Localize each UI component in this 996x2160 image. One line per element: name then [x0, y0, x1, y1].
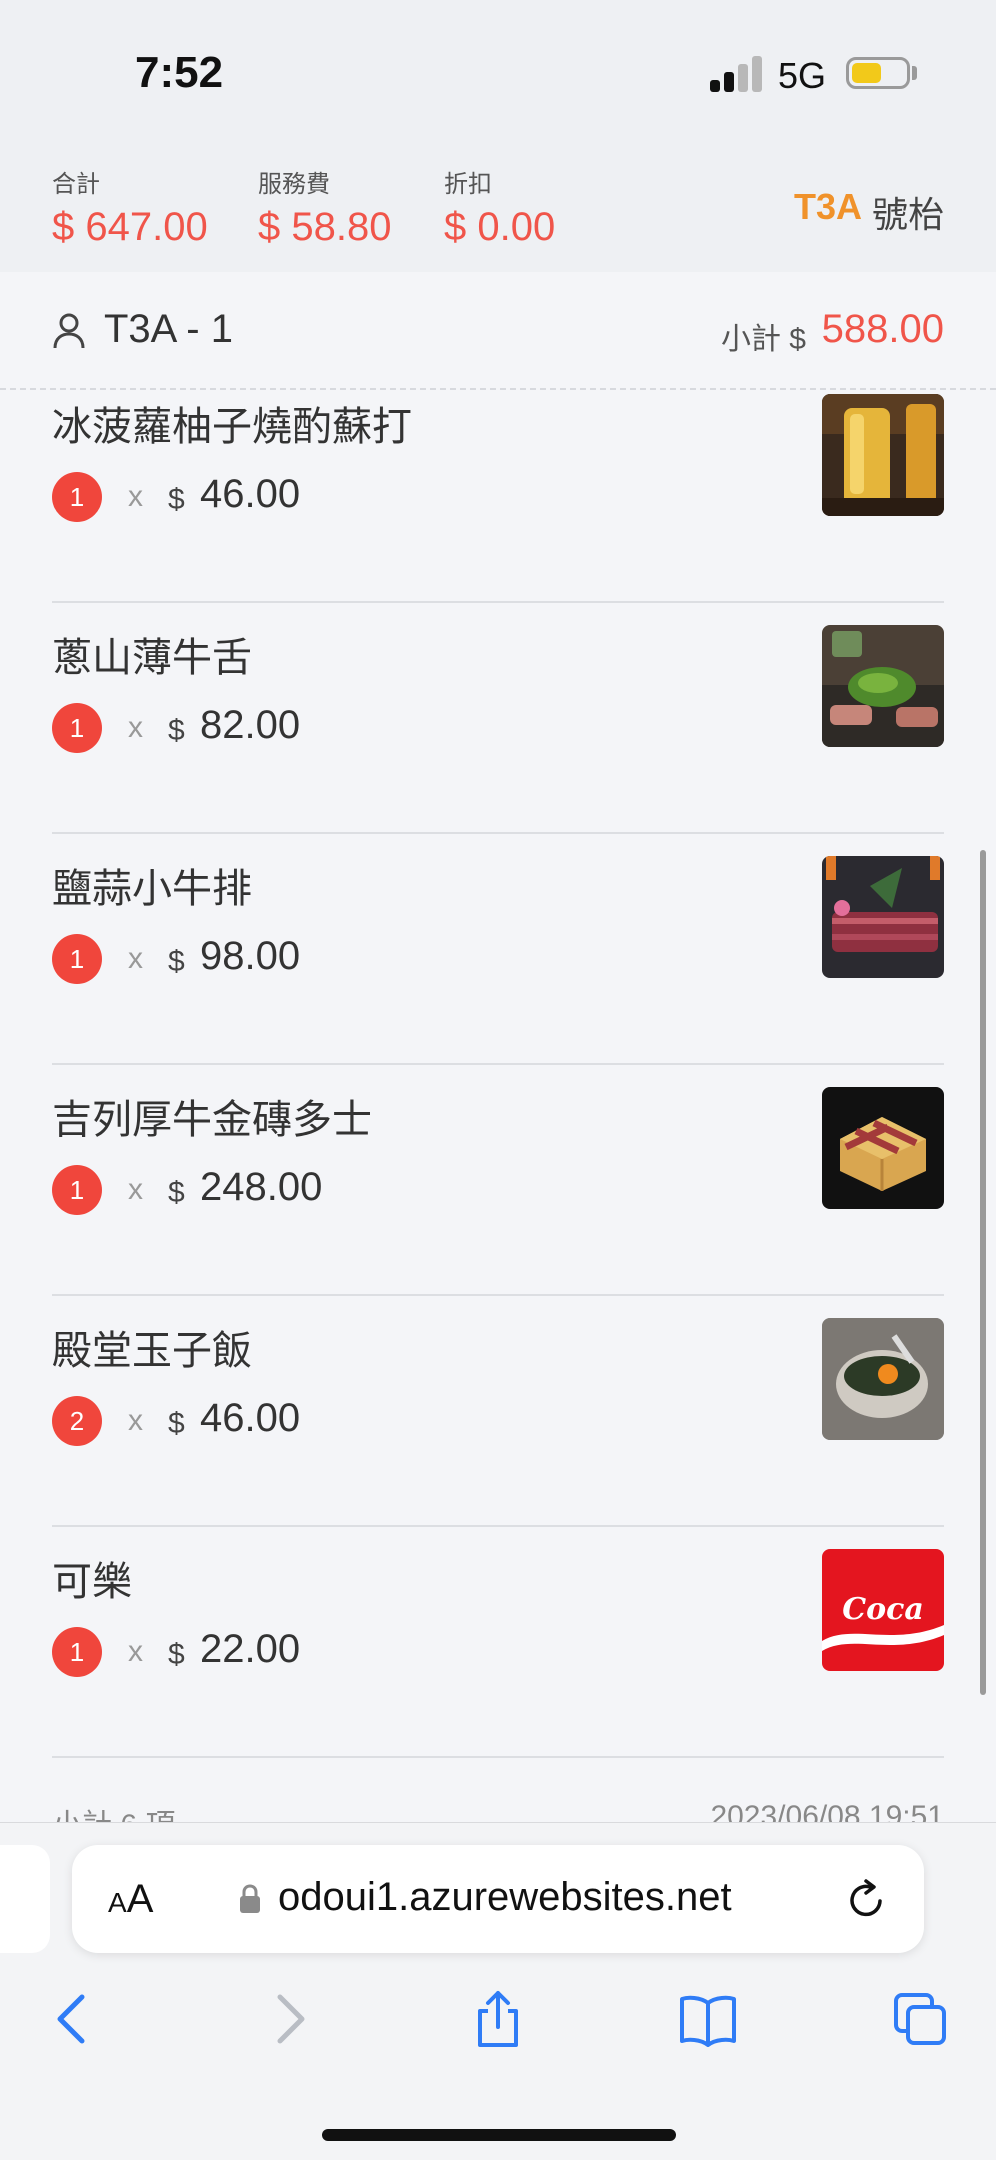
- reader-settings-large-a: A: [126, 1877, 154, 1921]
- home-indicator[interactable]: [322, 2129, 676, 2141]
- battery-icon: [846, 57, 910, 89]
- seat-label: T3A - 1: [104, 307, 233, 351]
- item-price: 82.00: [200, 703, 301, 747]
- item-name: 蔥山薄牛舌: [52, 636, 252, 680]
- list-item[interactable]: 吉列厚牛金磚多士 1 x $ 248.00: [52, 1065, 944, 1296]
- quantity-badge: 1: [52, 934, 102, 984]
- list-footer: 小計 6 項 2023/06/08 19:51: [52, 1800, 944, 1822]
- bookmarks-icon[interactable]: [678, 1989, 738, 2049]
- cellular-signal-icon: [710, 56, 762, 92]
- item-name: 殿堂玉子飯: [52, 1329, 252, 1373]
- item-name: 冰菠蘿柚子燒酌蘇打: [52, 405, 412, 449]
- subtotal-label: 小計 $: [720, 323, 806, 356]
- forward-icon[interactable]: [258, 1989, 318, 2049]
- item-name: 鹽蒜小牛排: [52, 867, 252, 911]
- total-label: 合計: [52, 171, 100, 198]
- person-icon: [53, 313, 85, 349]
- quantity-badge: 1: [52, 703, 102, 753]
- quantity-badge: 2: [52, 1396, 102, 1446]
- discount-value: $ 0.00: [444, 205, 556, 249]
- item-image[interactable]: [822, 1087, 944, 1209]
- back-icon[interactable]: [44, 1989, 104, 2049]
- item-image[interactable]: [822, 1318, 944, 1440]
- url-text[interactable]: odoui1.azurewebsites.net: [278, 1875, 732, 1920]
- quantity-badge: 1: [52, 1165, 102, 1215]
- total-value: $ 647.00: [52, 205, 208, 249]
- reader-settings-small-a: A: [108, 1887, 127, 1918]
- lock-icon: [240, 1884, 260, 1913]
- svg-text:Coca: Coca: [842, 1592, 924, 1627]
- order-items-list[interactable]: 冰菠蘿柚子燒酌蘇打 1 x $ 46.00 蔥山薄牛舌 1 x $ 82.00: [0, 392, 996, 1822]
- battery-level: [852, 63, 881, 83]
- service-charge-value: $ 58.80: [258, 205, 392, 249]
- table-code: T3A: [793, 186, 862, 227]
- currency-sign: $: [168, 483, 185, 516]
- status-time: 7:52: [135, 48, 224, 97]
- times-sign: x: [128, 480, 143, 513]
- tabs-icon[interactable]: [890, 1989, 950, 2049]
- reload-icon[interactable]: [844, 1877, 890, 1923]
- order-summary: 合計 $ 647.00 服務費 $ 58.80 折扣 $ 0.00 T3A 號枱: [0, 140, 996, 272]
- list-item[interactable]: 蔥山薄牛舌 1 x $ 82.00: [52, 603, 944, 834]
- discount-block: 折扣 $ 0.00: [444, 164, 555, 250]
- battery-tip: [912, 66, 917, 80]
- list-item[interactable]: 鹽蒜小牛排 1 x $ 98.00: [52, 834, 944, 1065]
- currency-sign: $: [168, 714, 185, 747]
- item-image[interactable]: [822, 625, 944, 747]
- item-image[interactable]: [822, 856, 944, 978]
- total-block: 合計 $ 647.00: [52, 164, 208, 250]
- item-price: 46.00: [200, 1396, 301, 1440]
- list-item[interactable]: 可樂 1 x $ 22.00 Coca: [52, 1527, 944, 1758]
- quantity-badge: 1: [52, 472, 102, 522]
- address-bar[interactable]: AA odoui1.azurewebsites.net: [72, 1845, 924, 1953]
- times-sign: x: [128, 942, 143, 975]
- scrollbar[interactable]: [980, 850, 986, 1695]
- times-sign: x: [128, 1173, 143, 1206]
- times-sign: x: [128, 1404, 143, 1437]
- currency-sign: $: [168, 945, 185, 978]
- item-image[interactable]: [822, 394, 944, 516]
- item-name: 可樂: [52, 1560, 132, 1604]
- network-type: 5G: [778, 55, 827, 96]
- subtotal-value: 588.00: [821, 307, 944, 351]
- item-price: 98.00: [200, 934, 301, 978]
- item-image[interactable]: Coca: [822, 1549, 944, 1671]
- item-price: 248.00: [200, 1165, 323, 1209]
- currency-sign: $: [168, 1407, 185, 1440]
- reader-settings-button[interactable]: AA: [108, 1877, 153, 1922]
- times-sign: x: [128, 1635, 143, 1668]
- list-item[interactable]: 殿堂玉子飯 2 x $ 46.00: [52, 1296, 944, 1527]
- quantity-badge: 1: [52, 1627, 102, 1677]
- times-sign: x: [128, 711, 143, 744]
- item-name: 吉列厚牛金磚多士: [52, 1098, 372, 1142]
- order-timestamp: 2023/06/08 19:51: [710, 1800, 944, 1822]
- share-icon[interactable]: [468, 1989, 528, 2049]
- item-count: 小計 6 項: [52, 1800, 175, 1822]
- list-item[interactable]: 冰菠蘿柚子燒酌蘇打 1 x $ 46.00: [52, 392, 944, 603]
- discount-label: 折扣: [444, 171, 492, 198]
- currency-sign: $: [168, 1638, 185, 1671]
- seat-subtotal-bar: T3A - 1 小計 $ 588.00: [0, 272, 996, 390]
- table-suffix: 號枱: [871, 194, 944, 235]
- previous-tab-card[interactable]: [0, 1845, 50, 1953]
- item-price: 22.00: [200, 1627, 301, 1671]
- status-bar: 7:52 5G: [0, 0, 996, 140]
- currency-sign: $: [168, 1176, 185, 1209]
- service-charge-block: 服務費 $ 58.80: [258, 164, 391, 250]
- browser-toolbar: AA odoui1.azurewebsites.net: [0, 1822, 996, 2160]
- item-price: 46.00: [200, 472, 301, 516]
- service-charge-label: 服務費: [258, 171, 330, 198]
